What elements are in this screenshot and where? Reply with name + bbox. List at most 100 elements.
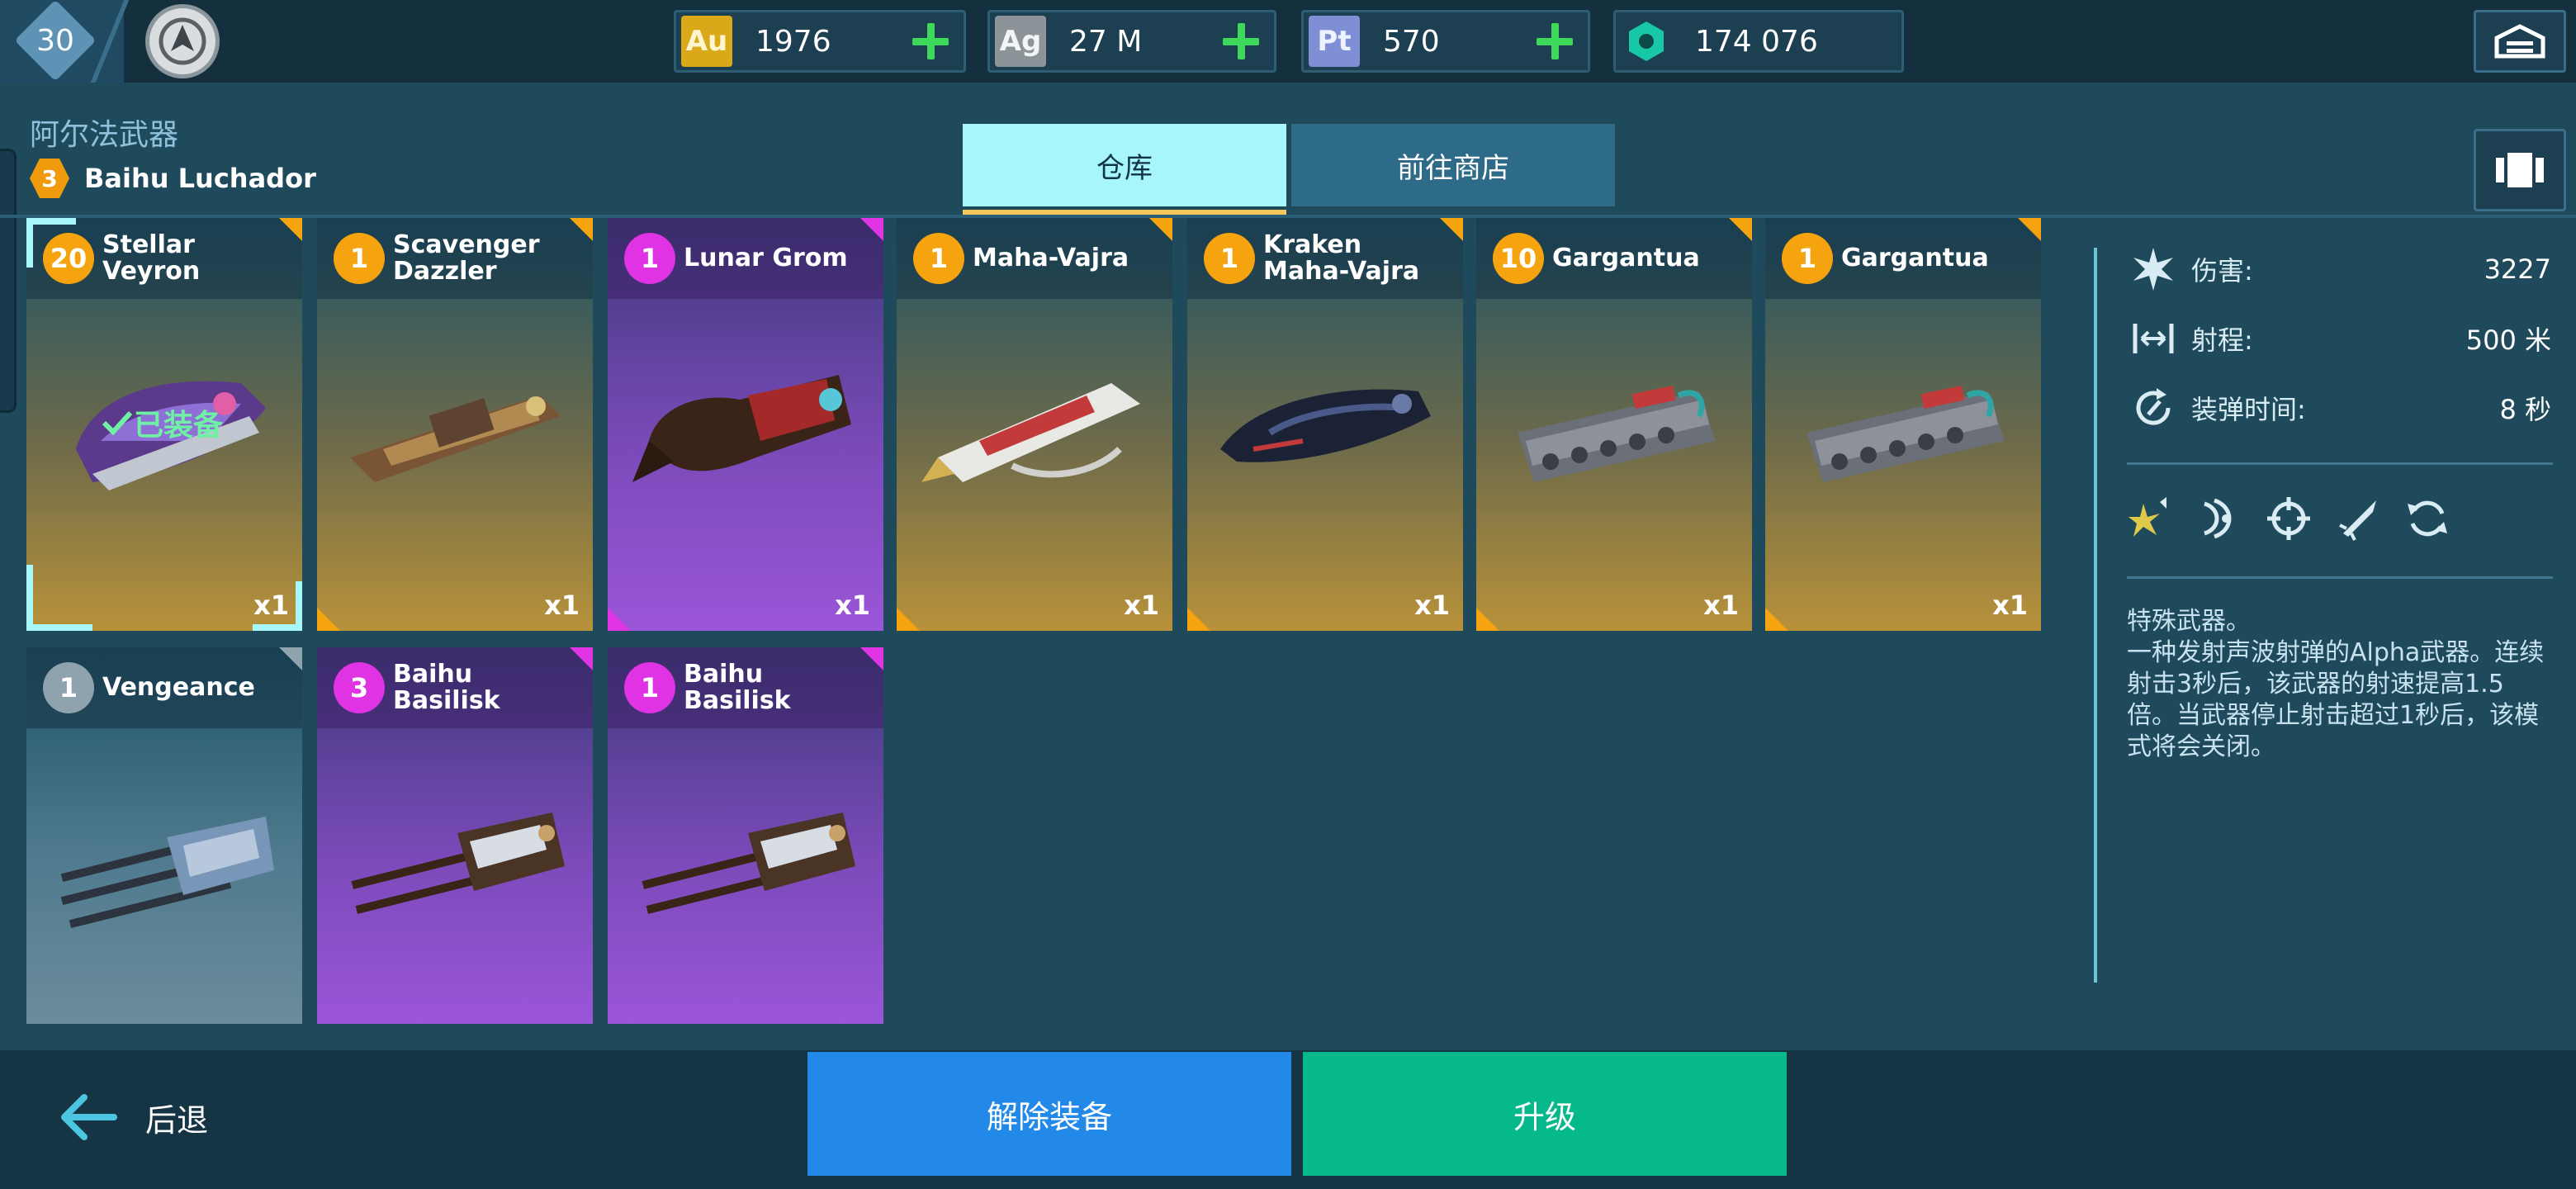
weapon-image	[632, 375, 851, 482]
silver-value: 27 M	[1069, 24, 1143, 59]
card-quantity: x1	[1703, 590, 1739, 621]
weapon-card[interactable]: 10 Gargantua x1	[1476, 218, 1752, 631]
range-value: 500 米	[2465, 324, 2551, 356]
weapon-card[interactable]: 3 Baihu Basilisk	[317, 647, 593, 1024]
reload-label: 装弹时间:	[2191, 394, 2306, 425]
currency-gold: Au 1976	[674, 10, 966, 73]
hangar-button[interactable]	[2474, 10, 2566, 73]
card-name: Scavenger Dazzler	[393, 230, 540, 286]
rarity-corner	[1440, 218, 1463, 241]
stat-range: 射程: 500 米	[2130, 314, 2551, 363]
stat-damage: 伤害: 3227	[2130, 244, 2551, 294]
weapon-card[interactable]: 1 Scavenger Dazzler x1	[317, 218, 593, 631]
rarity-corner	[860, 218, 883, 241]
stats-divider	[2127, 462, 2553, 465]
sonic-wave-icon[interactable]	[2196, 495, 2242, 542]
currency-platinum: Pt 570	[1301, 10, 1590, 73]
reload-icon	[2130, 385, 2176, 431]
weapon-card[interactable]: 20 Stellar Veyron 已装备 x1	[26, 218, 302, 631]
crosshair-icon[interactable]	[2266, 495, 2312, 542]
abilities-divider	[2127, 576, 2553, 579]
rarity-corner	[1149, 218, 1172, 241]
weapon-card[interactable]: 1 Baihu Basilisk	[608, 647, 883, 1024]
weapon-image	[350, 396, 561, 482]
rarity-corner	[317, 608, 340, 631]
back-button[interactable]: 后退	[59, 1080, 208, 1154]
card-header: 1 Gargantua	[1765, 218, 2041, 299]
side-drawer-handle[interactable]	[0, 149, 17, 413]
card-quantity: x1	[1124, 590, 1159, 621]
tab-go-to-shop[interactable]: 前往商店	[1291, 124, 1615, 206]
hangar-icon	[2494, 24, 2545, 59]
components-value: 174 076	[1695, 24, 1818, 59]
card-name: Gargantua	[1841, 244, 1989, 272]
player-level-block[interactable]: 30	[0, 0, 124, 83]
weapon-image	[1807, 385, 2005, 482]
range-label: 射程:	[2191, 324, 2253, 356]
card-name: Baihu Basilisk	[393, 660, 500, 715]
panel-divider	[2094, 248, 2097, 983]
card-header: 10 Gargantua	[1476, 218, 1752, 299]
add-platinum-button[interactable]	[1530, 17, 1579, 66]
damage-value: 3227	[2484, 253, 2551, 285]
compare-icon	[2496, 153, 2544, 187]
currency-components: 174 076	[1613, 10, 1904, 73]
reload-value: 8 秒	[2499, 394, 2551, 425]
card-header: 1 Maha-Vajra	[897, 218, 1172, 299]
weapon-card[interactable]: 1 Gargantua x1	[1765, 218, 2041, 631]
gold-icon: Au	[681, 16, 732, 67]
card-header: 3 Baihu Basilisk	[317, 647, 593, 728]
card-header: 1 Kraken Maha-Vajra	[1187, 218, 1463, 299]
player-level: 30	[36, 23, 74, 58]
star-burst-icon[interactable]	[2127, 495, 2173, 542]
back-label: 后退	[145, 1101, 209, 1139]
missile-icon[interactable]	[2335, 495, 2381, 542]
ability-list	[2127, 495, 2451, 542]
card-level: 1	[624, 233, 675, 284]
checkmark-icon	[102, 410, 133, 436]
card-quantity: x1	[1414, 590, 1450, 621]
weapon-card[interactable]: 1 Vengeance	[26, 647, 302, 1024]
rarity-corner	[860, 647, 883, 670]
card-name: Lunar Grom	[684, 244, 848, 272]
card-name: Kraken Maha-Vajra	[1263, 230, 1420, 286]
upgrade-button[interactable]: 升级	[1303, 1052, 1787, 1176]
card-level: 10	[1493, 233, 1544, 284]
robot-name: Baihu Luchador	[84, 163, 316, 194]
weapon-description: 一种发射声波射弹的Alpha武器。连续射击3秒后，该武器的射速提高1.5倍。当武…	[2127, 638, 2545, 761]
equipped-label: 已装备	[134, 409, 224, 443]
weapon-card[interactable]: 1 Maha-Vajra x1	[897, 218, 1172, 631]
card-level: 1	[334, 233, 385, 284]
rarity-corner	[1729, 218, 1752, 241]
card-level: 1	[1204, 233, 1255, 284]
card-quantity: x1	[835, 590, 870, 621]
card-level: 1	[624, 662, 675, 713]
components-icon	[1621, 16, 1672, 67]
weapon-image	[351, 812, 565, 914]
weapon-card[interactable]: 1 Lunar Grom x1	[608, 218, 883, 631]
add-gold-button[interactable]	[906, 17, 955, 66]
rarity-corner	[608, 608, 631, 631]
weapon-type: 特殊武器。	[2127, 607, 2251, 636]
card-level: 1	[913, 233, 964, 284]
card-quantity: x1	[1992, 590, 2028, 621]
rank-emblem-icon[interactable]	[145, 4, 220, 78]
compare-button[interactable]	[2474, 129, 2566, 211]
rarity-corner	[1187, 608, 1210, 631]
rarity-corner	[1476, 608, 1499, 631]
back-arrow-icon	[61, 1094, 117, 1140]
card-header: 1 Lunar Grom	[608, 218, 883, 299]
weapon-image	[1518, 385, 1716, 482]
add-silver-button[interactable]	[1216, 17, 1266, 66]
tab-storage[interactable]: 仓库	[963, 124, 1286, 215]
damage-icon	[2130, 246, 2176, 292]
rarity-corner	[570, 647, 593, 670]
refresh-icon[interactable]	[2404, 495, 2451, 542]
weapon-card[interactable]: 1 Kraken Maha-Vajra x1	[1187, 218, 1463, 631]
weapon-image	[60, 817, 274, 929]
card-header: 1 Scavenger Dazzler	[317, 218, 593, 299]
card-name: Stellar Veyron	[102, 230, 201, 286]
silver-icon: Ag	[995, 16, 1046, 67]
unequip-button[interactable]: 解除装备	[807, 1052, 1291, 1176]
currency-silver: Ag 27 M	[987, 10, 1276, 73]
